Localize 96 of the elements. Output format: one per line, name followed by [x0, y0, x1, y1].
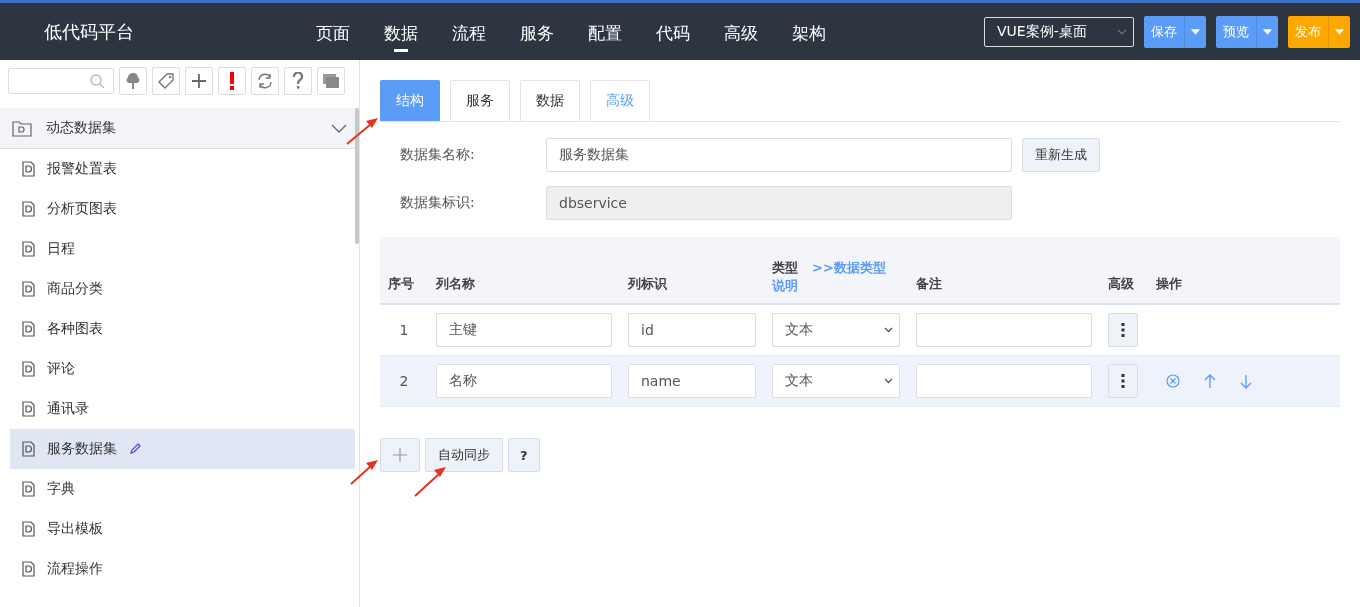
- dataset-file-icon: [22, 361, 35, 377]
- sidebar-item[interactable]: 分析页图表: [0, 189, 355, 229]
- caret-button[interactable]: [1328, 15, 1350, 48]
- nav-tab[interactable]: 配置: [588, 11, 622, 52]
- search-field[interactable]: [8, 68, 114, 94]
- refresh-icon: [256, 72, 274, 90]
- sidebar-item[interactable]: 通讯录: [0, 389, 355, 429]
- toolbar-button[interactable]: [119, 67, 147, 95]
- tab[interactable]: 数据: [520, 80, 580, 121]
- folder-icon: [12, 119, 32, 137]
- windows-icon: [322, 73, 340, 89]
- sidebar-item[interactable]: 导出模板: [0, 509, 355, 549]
- dataset-file-icon: [22, 561, 35, 577]
- project-select[interactable]: VUE案例-桌面: [984, 16, 1134, 47]
- plus-icon: [191, 73, 207, 89]
- caret-icon: [1263, 28, 1272, 35]
- dataset-file-icon: [22, 441, 35, 457]
- sidebar-item[interactable]: 报警处置表: [0, 149, 355, 189]
- more-button[interactable]: [1108, 364, 1138, 398]
- toolbar-button[interactable]: [251, 67, 279, 95]
- column-header: 高级: [1100, 237, 1148, 304]
- note-input[interactable]: [916, 313, 1092, 347]
- dataset-file-icon: [22, 481, 35, 497]
- field-label: 数据集名称:: [400, 146, 476, 164]
- row-index: 1: [380, 304, 428, 356]
- sidebar-item[interactable]: 服务数据集: [10, 429, 355, 469]
- tree-icon: [125, 72, 141, 90]
- sidebar-item[interactable]: 字典: [0, 469, 355, 509]
- column-key-input[interactable]: id: [628, 313, 756, 347]
- nav-tab[interactable]: 代码: [656, 11, 690, 52]
- column-header: 备注: [908, 237, 1100, 304]
- app-title: 低代码平台: [43, 19, 135, 44]
- nav-tab[interactable]: 流程: [452, 11, 486, 52]
- column-header: 列名称: [428, 237, 620, 304]
- column-header: 类型: [772, 259, 798, 275]
- kebab-icon: [1121, 323, 1125, 337]
- column-header: 列标识: [620, 237, 764, 304]
- nav-tab[interactable]: 服务: [520, 11, 554, 52]
- dataset-file-icon: [22, 201, 35, 217]
- type-select[interactable]: 文本: [772, 364, 900, 398]
- caret-icon: [1191, 28, 1200, 35]
- dataset-file-icon: [22, 241, 35, 257]
- name-input[interactable]: 服务数据集: [546, 138, 1012, 172]
- nav-tab[interactable]: 数据: [384, 11, 418, 52]
- row-index: 2: [380, 355, 428, 407]
- kebab-icon: [1121, 374, 1125, 388]
- note-input[interactable]: [916, 364, 1092, 398]
- column-key-input[interactable]: name: [628, 364, 756, 398]
- dataset-file-icon: [22, 281, 35, 297]
- search-icon: [90, 73, 105, 89]
- arrow-up-icon[interactable]: [1204, 373, 1216, 389]
- sidebar-item[interactable]: 日程: [0, 229, 355, 269]
- column-header: 说明: [772, 277, 798, 293]
- auto-sync-button[interactable]: 自动同步: [425, 438, 503, 472]
- more-button[interactable]: [1108, 313, 1138, 347]
- sidebar-item[interactable]: 评论: [0, 349, 355, 389]
- toolbar-button[interactable]: [317, 67, 345, 95]
- nav-tab[interactable]: 架构: [792, 11, 826, 52]
- pencil-icon: [129, 443, 141, 455]
- annotation-arrow: [413, 464, 447, 498]
- dataset-file-icon: [22, 401, 35, 417]
- column-name-input[interactable]: 主键: [436, 313, 612, 347]
- remove-icon[interactable]: [1166, 373, 1180, 388]
- chevron-down-icon: [884, 378, 893, 384]
- tag-icon: [157, 72, 175, 90]
- dataset-file-icon: [22, 521, 35, 537]
- nav-tab[interactable]: 高级: [724, 11, 758, 52]
- arrow-down-icon[interactable]: [1240, 373, 1252, 389]
- toolbar-button[interactable]: [218, 67, 246, 95]
- toolbar-button[interactable]: [284, 67, 312, 95]
- column-name-input[interactable]: 名称: [436, 364, 612, 398]
- caret-button[interactable]: [1256, 15, 1278, 48]
- chevron-down-icon: [884, 327, 893, 333]
- field-label: 数据集标识:: [400, 194, 476, 212]
- help-button[interactable]: ?: [508, 438, 540, 472]
- dataset-file-icon: [22, 321, 35, 337]
- help-icon: [292, 72, 304, 90]
- dataset-file-icon: [22, 161, 35, 177]
- sidebar-item[interactable]: 商品分类: [0, 269, 355, 309]
- column-header: 操作: [1148, 237, 1340, 304]
- sidebar-item[interactable]: 流程操作: [0, 549, 355, 589]
- annotation-arrow: [349, 458, 379, 486]
- plus-icon: [393, 448, 407, 462]
- column-header: 序号: [380, 237, 428, 304]
- exclamation-icon: [229, 72, 235, 90]
- type-select[interactable]: 文本: [772, 313, 900, 347]
- toolbar-button[interactable]: [185, 67, 213, 95]
- caret-icon: [1335, 28, 1344, 35]
- sidebar-item[interactable]: 各种图表: [0, 309, 355, 349]
- nav-tab[interactable]: 页面: [316, 11, 350, 52]
- toolbar-button[interactable]: [152, 67, 180, 95]
- caret-button[interactable]: [1184, 15, 1206, 48]
- regenerate-button[interactable]: 重新生成: [1022, 138, 1100, 172]
- tab[interactable]: 服务: [450, 80, 510, 121]
- annotation-arrow: [345, 116, 379, 146]
- chevron-down-icon: [1117, 28, 1127, 35]
